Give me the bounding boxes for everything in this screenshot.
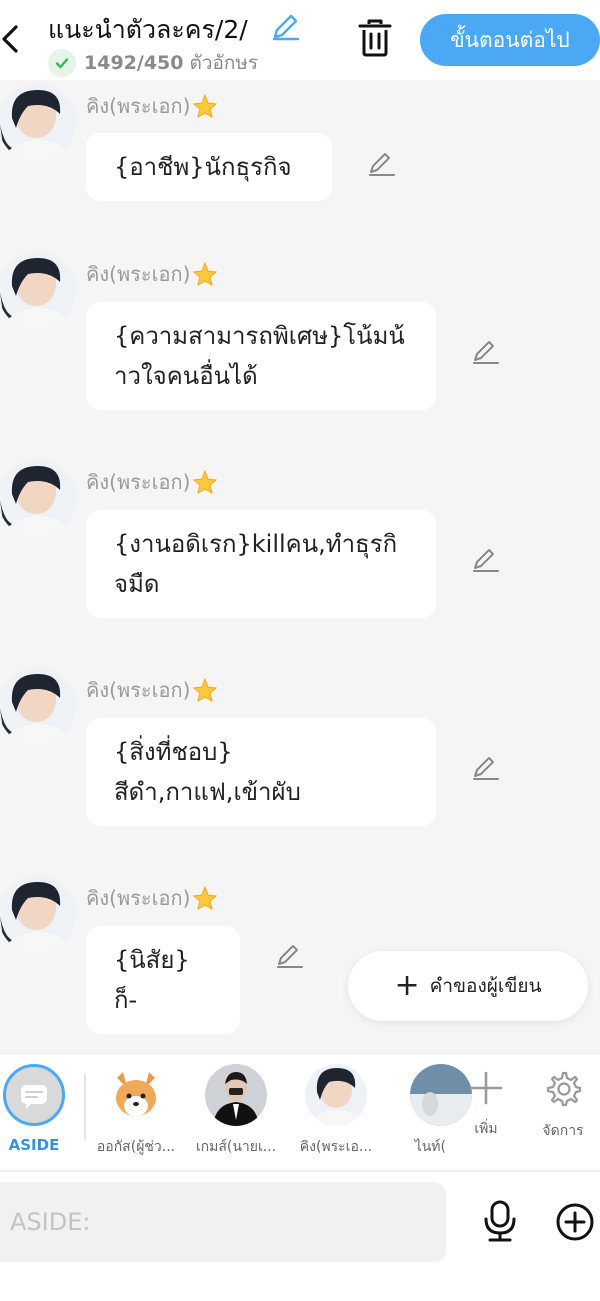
message-item: คิง(พระเอก) {อาชีพ}นักธุรกิจ	[0, 84, 600, 224]
speaker-name-text: คิง(พระเอก)	[86, 470, 191, 494]
speaker-name-text: คิง(พระเอก)	[86, 886, 191, 910]
trash-icon[interactable]	[356, 18, 394, 58]
message-item: คิง(พระเอก) {ความสามารถพิเศษ}โน้มน้าวใจค…	[0, 252, 600, 432]
message-speaker-name: คิง(พระเอก)	[86, 258, 218, 290]
character-avatar[interactable]	[0, 84, 76, 162]
character-august[interactable]: ออกัส(ผู้ช่ว...	[86, 1064, 186, 1158]
edit-pencil-icon[interactable]	[471, 336, 501, 366]
character-games[interactable]: เกมส์(นายเ...	[186, 1064, 286, 1158]
back-chevron-icon[interactable]	[0, 24, 22, 54]
plus-icon	[469, 1071, 503, 1105]
message-item: คิง(พระเอก) {งานอดิเรก}killคน,ทำธุรกิจมื…	[0, 460, 600, 640]
character-avatar[interactable]	[0, 460, 76, 538]
page-title: แนะนำตัวละคร/2/	[48, 15, 248, 44]
character-king[interactable]: คิง(พระเอ...	[286, 1064, 386, 1158]
message-speaker-name: คิง(พระเอก)	[86, 90, 218, 122]
character-label: คิง(พระเอ...	[299, 1139, 373, 1155]
add-character-button[interactable]: เพิ่ม	[451, 1070, 521, 1140]
counter-value: 1492/450	[84, 52, 184, 74]
message-bubble[interactable]: {นิสัย}ก็-	[86, 926, 240, 1034]
manage-button[interactable]: จัดการ	[528, 1070, 598, 1142]
star-icon	[193, 93, 218, 119]
top-bar: แนะนำตัวละคร/2/ 1492/450 ตัวอักษร ขั้นตอ…	[0, 0, 600, 80]
counter-unit: ตัวอักษร	[189, 52, 259, 74]
check-icon	[48, 49, 76, 77]
king-avatar	[305, 1064, 367, 1126]
microphone-icon[interactable]	[480, 1199, 520, 1243]
edit-pencil-icon[interactable]	[367, 148, 397, 178]
next-step-button[interactable]: ขั้นตอนต่อไป	[420, 14, 600, 66]
star-icon	[193, 677, 218, 703]
edit-pencil-icon[interactable]	[275, 940, 305, 970]
speaker-name-text: คิง(พระเอก)	[86, 262, 191, 286]
message-item: คิง(พระเอก) {สิ่งที่ชอบ} สีดำ,กาแฟ,เข้าผ…	[0, 668, 600, 848]
character-avatar[interactable]	[0, 668, 76, 746]
character-aside[interactable]: ASIDE	[0, 1064, 84, 1154]
speaker-name-text: คิง(พระเอก)	[86, 94, 191, 118]
character-selector-bar: ASIDE ออกัส(ผู้ช่ว... เกมส์(นายเ... คิง(…	[0, 1053, 600, 1171]
games-avatar	[205, 1064, 267, 1126]
shiba-avatar	[105, 1064, 167, 1126]
edit-pencil-icon[interactable]	[471, 544, 501, 574]
speaker-name-text: คิง(พระเอก)	[86, 678, 191, 702]
add-label: เพิ่ม	[474, 1121, 498, 1137]
character-avatar[interactable]	[0, 876, 76, 954]
edit-pencil-icon[interactable]	[471, 752, 501, 782]
gear-icon	[546, 1071, 582, 1107]
star-icon	[193, 261, 218, 287]
chat-bubble-icon	[21, 1085, 47, 1109]
star-icon	[193, 885, 218, 911]
message-bubble[interactable]: {สิ่งที่ชอบ} สีดำ,กาแฟ,เข้าผับ	[86, 718, 436, 826]
message-bubble[interactable]: {อาชีพ}นักธุรกิจ	[86, 133, 332, 201]
message-speaker-name: คิง(พระเอก)	[86, 466, 218, 498]
star-icon	[193, 469, 218, 495]
message-speaker-name: คิง(พระเอก)	[86, 674, 218, 706]
message-bubble[interactable]: {ความสามารถพิเศษ}โน้มน้าวใจคนอื่นได้	[86, 302, 436, 410]
message-bubble[interactable]: {งานอดิเรก}killคน,ทำธุรกิจมืด	[86, 510, 436, 618]
plus-circle-icon[interactable]	[555, 1202, 595, 1242]
author-words-button[interactable]: + คำของผู้เขียน	[348, 951, 588, 1021]
character-label: ออกัส(ผู้ช่ว...	[96, 1139, 176, 1155]
aside-avatar	[3, 1064, 65, 1126]
character-label: ไนท์(	[414, 1139, 446, 1155]
character-knight[interactable]: ไนท์(	[386, 1064, 472, 1158]
message-speaker-name: คิง(พระเอก)	[86, 882, 218, 914]
author-words-label: คำของผู้เขียน	[429, 975, 542, 997]
character-label: ASIDE	[8, 1136, 60, 1154]
composer-bar	[0, 1172, 600, 1301]
edit-title-pencil-icon[interactable]	[270, 10, 302, 42]
manage-label: จัดการ	[542, 1123, 584, 1139]
plus-icon: +	[394, 968, 420, 1003]
character-counter: 1492/450 ตัวอักษร	[48, 48, 258, 78]
character-label: เกมส์(นายเ...	[195, 1139, 277, 1155]
character-avatar[interactable]	[0, 252, 76, 330]
aside-input[interactable]	[0, 1182, 446, 1262]
